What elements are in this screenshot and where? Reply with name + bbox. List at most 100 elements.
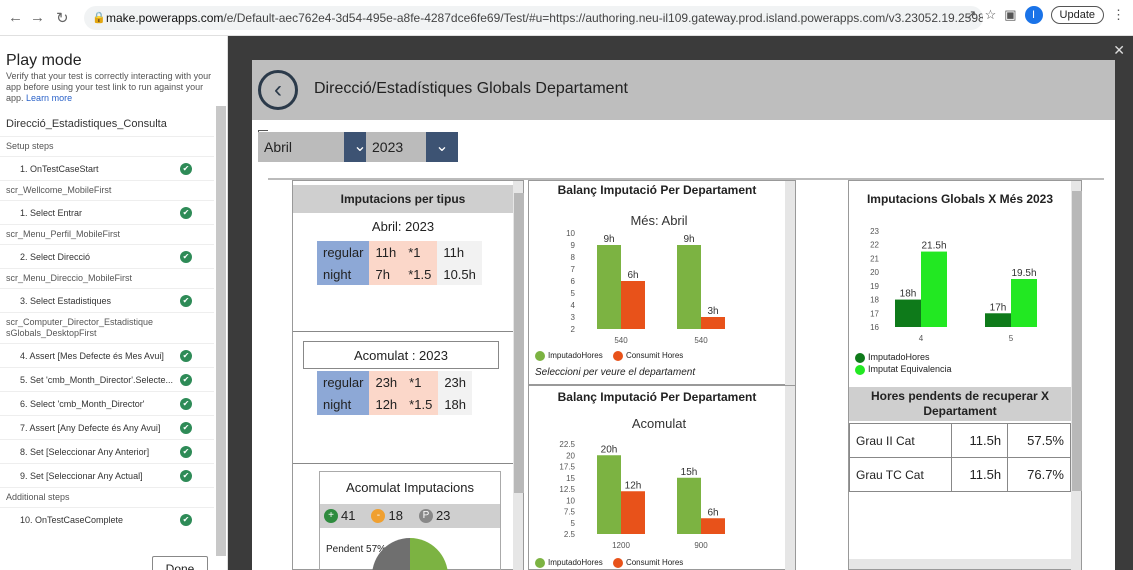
play-mode-panel: Play mode Verify that your test is corre…	[0, 36, 228, 570]
chart-bar[interactable]	[597, 245, 621, 329]
test-step[interactable]: 5. Set 'cmb_Month_Director'.Selecte... ✔	[0, 367, 214, 391]
reload-icon[interactable]: ↻	[56, 9, 69, 27]
legend-label: ImputadoHores	[868, 352, 930, 362]
globals-scrollbar[interactable]	[1072, 191, 1082, 491]
chart-bar[interactable]	[895, 299, 921, 327]
chevron-down-icon[interactable]: ⌄	[426, 132, 458, 162]
pie-slice-done	[410, 538, 448, 570]
forward-arrow-icon[interactable]: →	[30, 9, 45, 26]
table-cell: regular	[317, 371, 370, 393]
table-row: night 7h *1.5 10.5h	[317, 263, 482, 285]
y-tick-label: 6	[571, 277, 576, 286]
back-button[interactable]: ‹	[258, 70, 298, 110]
table-cell: 11.5h	[950, 423, 1009, 458]
y-tick-label: 2	[571, 325, 576, 334]
test-step[interactable]: 7. Assert [Any Defecte és Any Avui] ✔	[0, 415, 214, 439]
check-icon: ✔	[180, 374, 192, 386]
step-label: 2. Select Direcció	[20, 252, 91, 262]
x-tick-label: 5	[1009, 334, 1014, 343]
star-icon[interactable]: ☆	[985, 7, 997, 23]
y-tick-label: 20	[566, 451, 575, 460]
chart-bar[interactable]	[701, 518, 725, 534]
table-cell: 11h	[437, 241, 482, 263]
url-path: /e/Default-aec762e4-3d54-495e-a8fe-4287d…	[223, 11, 983, 25]
y-tick-label: 12.5	[559, 485, 575, 494]
test-step[interactable]: 1. Select Entrar ✔	[0, 200, 214, 224]
chart-bar[interactable]	[597, 455, 621, 534]
stat-value: 18	[388, 508, 403, 523]
close-icon[interactable]: ✕	[1113, 42, 1125, 59]
y-tick-label: 10	[566, 229, 575, 238]
check-icon: ✔	[180, 514, 192, 526]
step-group-title: scr_Computer_Director_Estadistique sGlob…	[0, 312, 214, 343]
x-tick-label: 540	[614, 336, 628, 345]
sidebar-icon[interactable]: ▣	[1004, 7, 1016, 23]
chart-legend: ImputadoHores Imputat Equivalencia	[855, 351, 952, 375]
table-row: Grau TC Cat 11.5h 76.7%	[849, 457, 1071, 492]
update-button[interactable]: Update	[1050, 6, 1104, 24]
table-cell: 11.5h	[950, 457, 1009, 492]
chart-bar[interactable]	[677, 245, 701, 329]
legend-label: ImputadoHores	[548, 351, 603, 361]
profile-avatar[interactable]: I	[1024, 6, 1043, 24]
y-tick-label: 16	[870, 323, 879, 332]
test-step[interactable]: 10. OnTestCaseComplete ✔	[0, 507, 214, 531]
y-tick-label: 9	[571, 241, 576, 250]
menu-dots-icon[interactable]: ⋮	[1112, 7, 1125, 23]
y-tick-label: 5	[571, 519, 576, 528]
horizontal-scrollbar[interactable]	[849, 559, 1071, 569]
back-arrow-icon[interactable]: ←	[8, 9, 23, 26]
month-dropdown[interactable]: Abril	[258, 132, 344, 162]
address-bar[interactable]: 🔒 make.powerapps.com/e/Default-aec762e4-…	[84, 6, 983, 30]
table-row: regular 23h *1 23h	[317, 371, 473, 393]
done-button[interactable]: Done	[152, 556, 208, 570]
p-icon: P	[418, 508, 433, 523]
step-label: 9. Set [Seleccionar Any Actual]	[20, 471, 143, 481]
balanc-accumulated-chart: Acomulat 2.5 5 7.5 10 12.5 15 17.5 20 22.5 20h 12h 1…	[559, 416, 725, 550]
test-step[interactable]: 9. Set [Seleccionar Any Actual] ✔	[0, 463, 214, 487]
table-cell: *1.5	[402, 263, 438, 285]
globals-title: Imputacions Globals X Més 2023	[849, 185, 1071, 213]
test-step[interactable]: 4. Assert [Mes Defecte és Mes Avui] ✔	[0, 343, 214, 367]
table-cell: Grau TC Cat	[849, 457, 952, 492]
test-step[interactable]: 6. Select 'cmb_Month_Director' ✔	[0, 391, 214, 415]
table-cell: 11h	[369, 241, 403, 263]
test-step[interactable]: 8. Set [Seleccionar Any Anterior] ✔	[0, 439, 214, 463]
table-row: Grau II Cat 11.5h 57.5%	[849, 423, 1071, 458]
pendent-pie	[372, 538, 448, 570]
chart-bar[interactable]	[701, 317, 725, 329]
step-label: 1. Select Entrar	[20, 208, 83, 218]
steps-scrollbar[interactable]	[216, 106, 226, 556]
check-icon: ✔	[180, 207, 192, 219]
share-icon[interactable]: ↗	[966, 7, 977, 23]
learn-more-link[interactable]: Learn more	[26, 93, 72, 103]
year-dropdown[interactable]: 2023	[366, 132, 426, 162]
table-cell: 18h	[438, 393, 473, 415]
test-step[interactable]: 2. Select Direcció ✔	[0, 244, 214, 268]
data-label: 12h	[625, 480, 642, 491]
imputacions-scrollbar[interactable]	[514, 193, 524, 493]
test-step[interactable]: 1. OnTestCaseStart ✔	[0, 156, 214, 180]
legend-swatch	[612, 558, 623, 568]
chart-bar[interactable]	[621, 281, 645, 329]
table-cell: night	[317, 263, 370, 285]
scroll-track	[785, 181, 795, 386]
chart-bar[interactable]	[621, 491, 645, 534]
chart-bar[interactable]	[677, 477, 701, 534]
data-label: 3h	[707, 306, 718, 317]
data-label: 9h	[603, 234, 614, 245]
test-step[interactable]: 3. Select Estadistiques ✔	[0, 288, 214, 312]
chart-bar[interactable]	[921, 251, 947, 327]
check-icon: ✔	[180, 251, 192, 263]
legend-swatch	[535, 351, 545, 361]
step-group-title: Setup steps	[0, 136, 214, 156]
hores-title: Hores pendents de recuperar X Departamen…	[849, 387, 1071, 421]
chart-bar[interactable]	[985, 313, 1011, 327]
step-label: 4. Assert [Mes Defecte és Mes Avui]	[20, 351, 164, 361]
page-title: Direcció/Estadístiques Globals Departame…	[314, 80, 628, 97]
app-canvas: ‹ Direcció/Estadístiques Globals Departa…	[252, 60, 1115, 570]
chart-bar[interactable]	[1011, 279, 1037, 327]
data-label: 19.5h	[1011, 268, 1036, 279]
steps-list: Setup steps 1. OnTestCaseStart ✔ scr_Wellco…	[0, 136, 214, 531]
y-tick-label: 22.5	[559, 440, 575, 449]
